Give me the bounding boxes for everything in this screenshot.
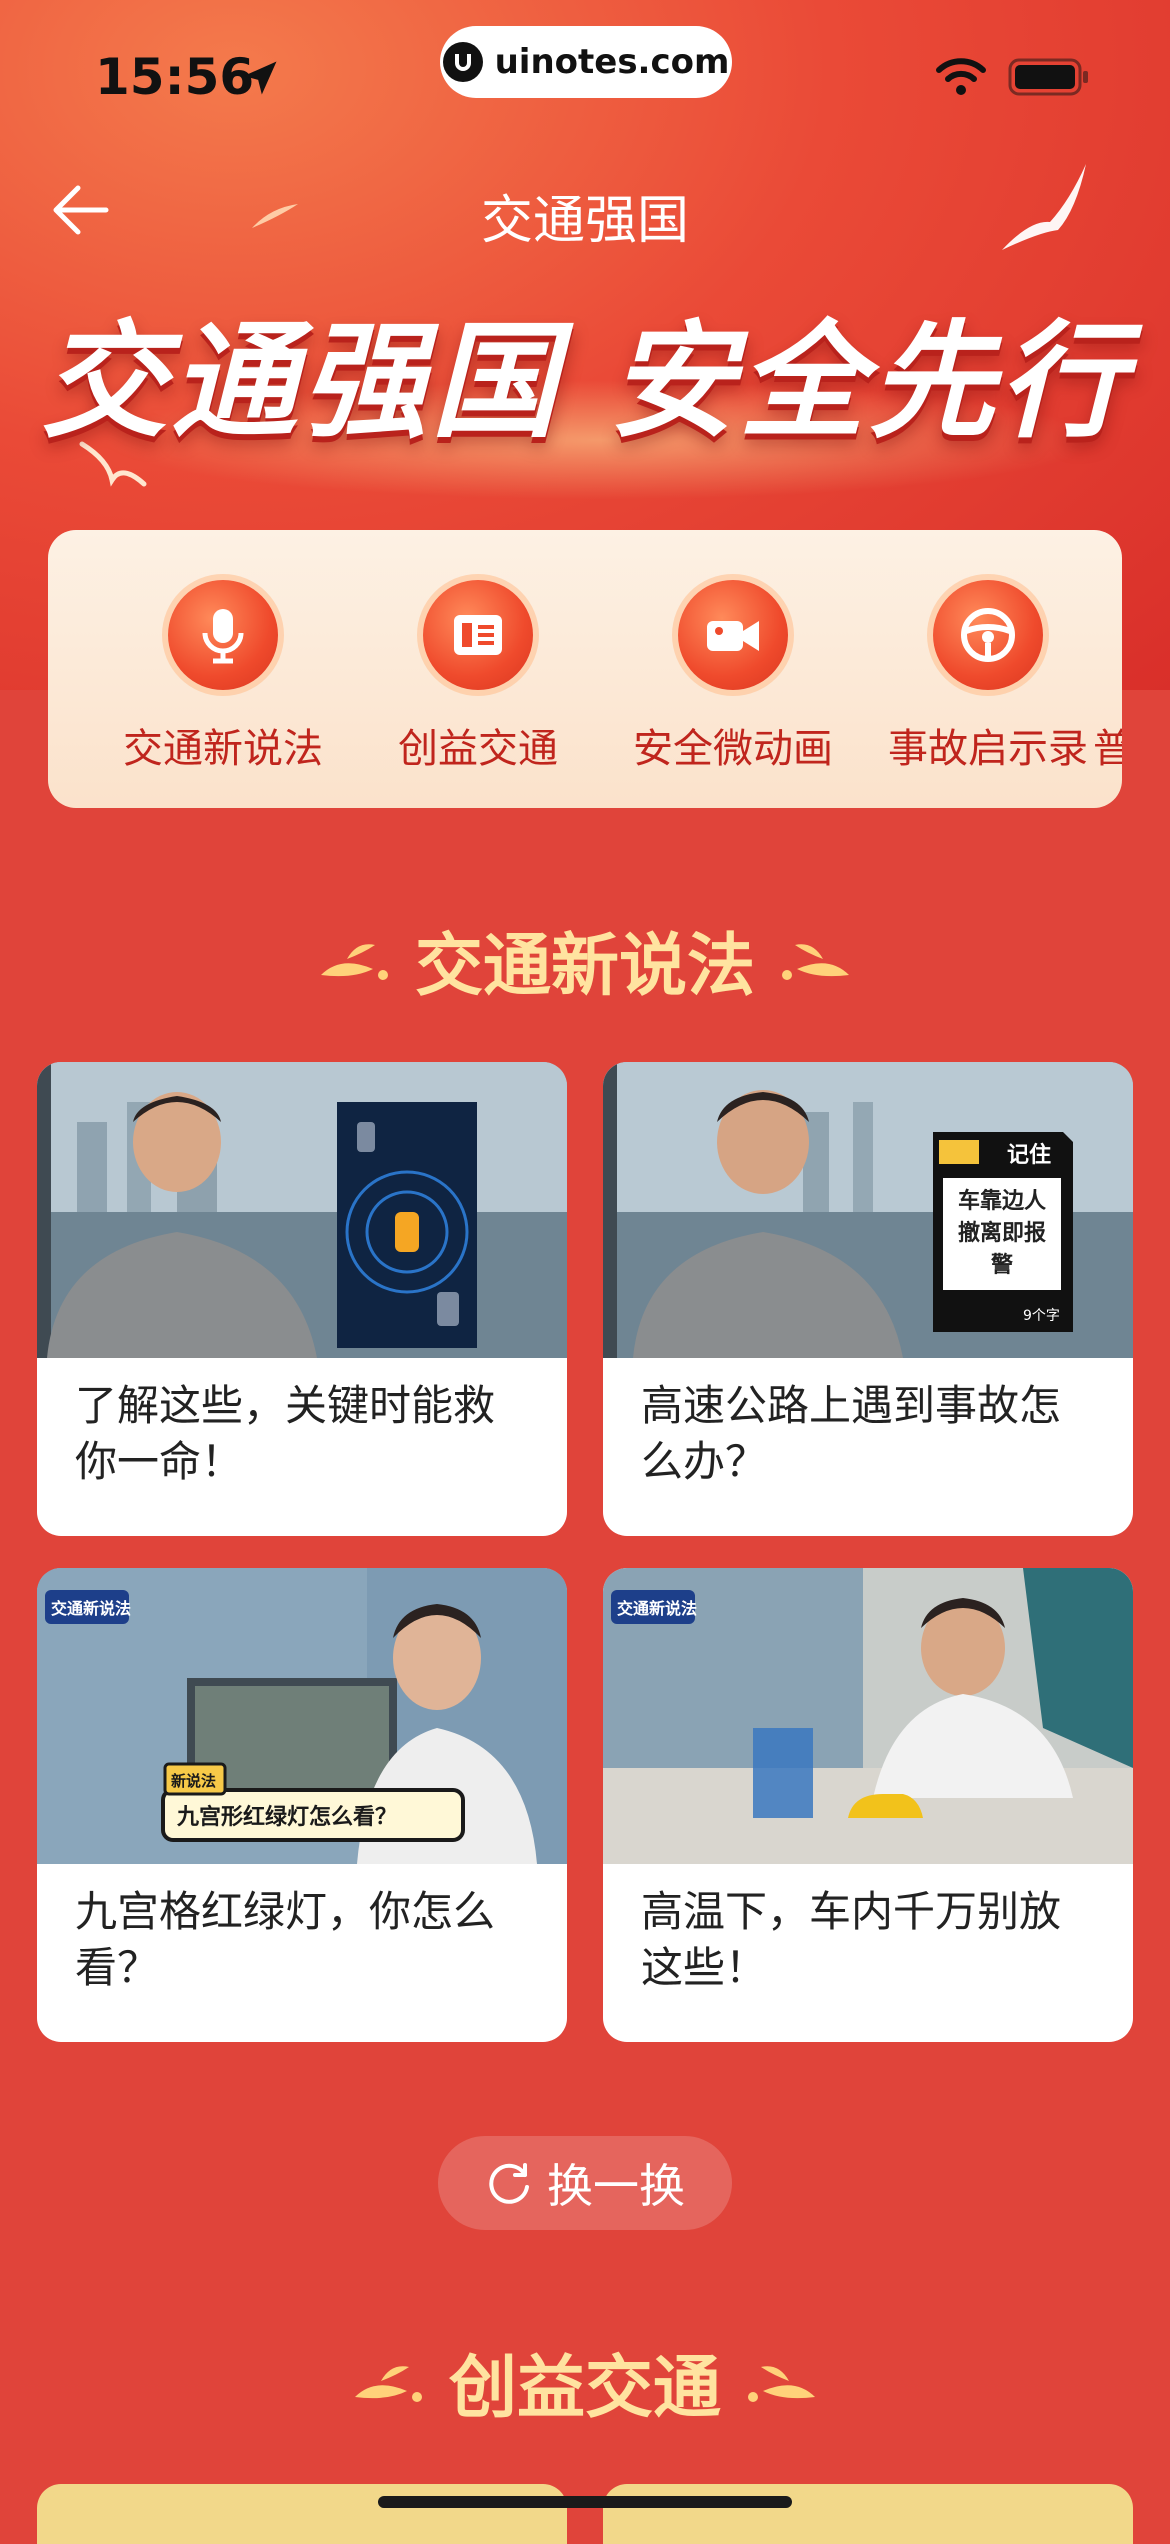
left-flourish-icon bbox=[320, 943, 388, 980]
microphone-icon bbox=[202, 609, 244, 664]
category-icon-circle bbox=[423, 580, 533, 690]
video-thumbnail bbox=[37, 1062, 567, 1358]
steering-wheel-icon bbox=[961, 608, 1015, 662]
video-card[interactable]: 记住 车靠边人撤离即报警 9个字 高速公路上遇到事故怎么办？ bbox=[603, 1062, 1133, 1536]
category-item-traffic-talk[interactable]: 交通新说法 bbox=[103, 580, 343, 774]
hero-title: 交通强国 安全先行 bbox=[41, 308, 1129, 455]
video-title: 了解这些，关键时能救你一命！ bbox=[75, 1381, 496, 1486]
category-item-accident-lessons[interactable]: 事故启示录 bbox=[868, 580, 1108, 774]
banner-tag: 新说法 bbox=[171, 1772, 216, 1790]
note-body: 车靠边人撤离即报警 bbox=[957, 1189, 1046, 1278]
site-logo-icon bbox=[442, 42, 483, 82]
category-label: 创益交通 bbox=[398, 726, 558, 772]
badge-text: 交通新说法 bbox=[617, 1599, 697, 1618]
section-header-traffic-talk: 交通新说法 bbox=[0, 910, 1170, 1009]
category-icon-circle bbox=[678, 580, 788, 690]
category-label: 事故启示录 bbox=[888, 726, 1088, 772]
url-text: uinotes.com bbox=[494, 42, 730, 82]
category-icon-circle bbox=[933, 580, 1043, 690]
refresh-button[interactable]: 换一换 bbox=[438, 2136, 732, 2230]
refresh-icon bbox=[489, 2163, 529, 2204]
partial-video-card[interactable] bbox=[37, 2484, 567, 2544]
video-card[interactable]: 交通新说法 高温下，车内千万别放这些！ bbox=[603, 1568, 1133, 2042]
left-flourish-icon bbox=[354, 2365, 422, 2402]
url-pill[interactable]: uinotes.com bbox=[440, 26, 732, 98]
category-label: 交通新说法 bbox=[123, 726, 323, 772]
category-icon-circle bbox=[168, 580, 278, 690]
video-title: 高温下，车内千万别放这些！ bbox=[641, 1887, 1062, 1992]
right-flourish-icon bbox=[748, 2365, 815, 2402]
right-flourish-icon bbox=[782, 943, 849, 980]
category-label: 安全微动画 bbox=[633, 726, 833, 772]
location-arrow-icon bbox=[243, 61, 277, 95]
nav-title: 交通强国 bbox=[480, 191, 689, 251]
video-card[interactable]: 交通新说法 九宫形红绿灯怎么看？ 新说法 九宫格红绿灯，你怎么看？ bbox=[37, 1568, 567, 2042]
partial-video-card[interactable] bbox=[603, 2484, 1133, 2544]
video-thumbnail: 交通新说法 九宫形红绿灯怎么看？ 新说法 bbox=[37, 1568, 567, 1864]
banner-text: 九宫形红绿灯怎么看？ bbox=[176, 1804, 397, 1830]
section-title: 交通新说法 bbox=[414, 927, 755, 1006]
video-thumbnail: 交通新说法 bbox=[603, 1568, 1133, 1864]
category-card: 交通新说法 创益交通 安全微动画 事故启示录 普 bbox=[48, 530, 1122, 808]
note-foot: 9个字 bbox=[1023, 1308, 1060, 1324]
status-bar: 15:56 uinotes.com bbox=[0, 0, 1170, 140]
video-title: 九宫格红绿灯，你怎么看？ bbox=[75, 1887, 496, 1992]
category-label: 普 bbox=[1093, 726, 1122, 772]
home-indicator bbox=[378, 2496, 792, 2508]
wifi-icon bbox=[936, 58, 986, 95]
battery-icon bbox=[1008, 58, 1088, 96]
category-item-partial[interactable]: 普 bbox=[1093, 580, 1122, 774]
refresh-label: 换一换 bbox=[547, 2159, 685, 2213]
category-item-public-traffic[interactable]: 创益交通 bbox=[358, 580, 598, 774]
note-title: 记住 bbox=[1007, 1142, 1051, 1168]
video-camera-icon bbox=[707, 621, 759, 651]
video-thumbnail: 记住 车靠边人撤离即报警 9个字 bbox=[603, 1062, 1133, 1358]
section-header-public-traffic: 创益交通 bbox=[0, 2332, 1170, 2431]
video-card[interactable]: 了解这些，关键时能救你一命！ bbox=[37, 1062, 567, 1536]
status-time: 15:56 bbox=[95, 48, 255, 106]
badge-text: 交通新说法 bbox=[51, 1599, 131, 1618]
category-item-safety-animation[interactable]: 安全微动画 bbox=[613, 580, 853, 774]
bird-decoration-icon bbox=[1002, 164, 1086, 250]
section-title: 创益交通 bbox=[448, 2349, 721, 2428]
video-title: 高速公路上遇到事故怎么办？ bbox=[641, 1381, 1062, 1486]
ticket-icon bbox=[454, 615, 502, 655]
bird-decoration-icon bbox=[252, 204, 298, 228]
